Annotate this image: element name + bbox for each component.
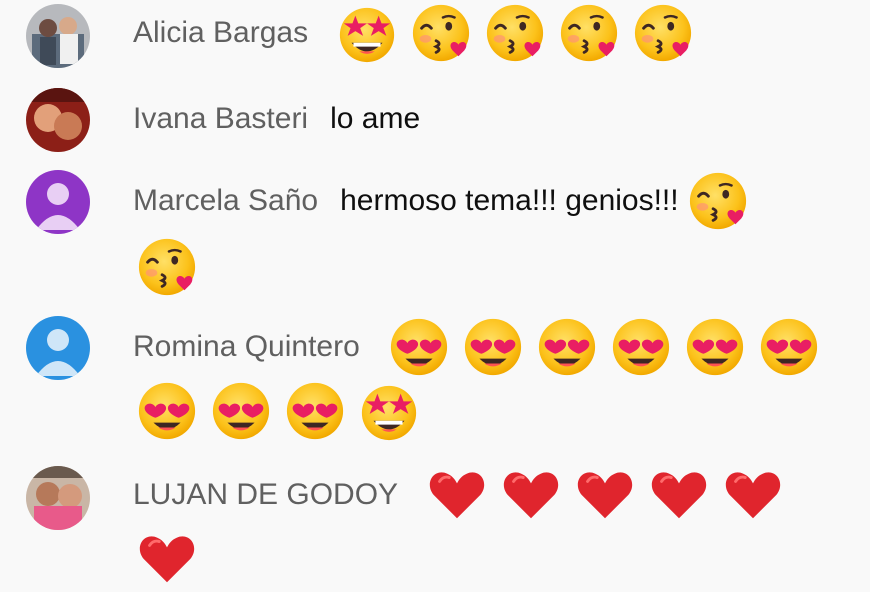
author-name[interactable]: Alicia Bargas bbox=[133, 16, 308, 50]
kissing-heart-emoji-icon bbox=[687, 170, 749, 232]
kissing-heart-emoji-icon bbox=[410, 2, 472, 64]
default-avatar-purple-icon[interactable] bbox=[26, 170, 90, 234]
red-heart-icon bbox=[500, 464, 562, 526]
author-name[interactable]: LUJAN DE GODOY bbox=[133, 478, 398, 512]
heart-eyes-emoji-icon bbox=[758, 316, 820, 378]
heart-eyes-emoji-icon bbox=[210, 380, 272, 442]
red-heart-icon bbox=[574, 464, 636, 526]
avatar-photo-icon[interactable] bbox=[26, 466, 90, 530]
kissing-heart-emoji-icon bbox=[632, 2, 694, 64]
heart-eyes-emoji-icon bbox=[388, 316, 450, 378]
author-name[interactable]: Ivana Basteri bbox=[133, 102, 308, 136]
kissing-heart-emoji-icon bbox=[136, 236, 198, 298]
heart-eyes-emoji-icon bbox=[684, 316, 746, 378]
red-heart-icon bbox=[136, 528, 198, 590]
red-heart-icon bbox=[722, 464, 784, 526]
heart-eyes-emoji-icon bbox=[610, 316, 672, 378]
red-heart-icon bbox=[648, 464, 710, 526]
author-name[interactable]: Marcela Saño bbox=[133, 184, 318, 218]
star-struck-emoji-icon bbox=[336, 2, 398, 64]
heart-eyes-emoji-icon bbox=[136, 380, 198, 442]
kissing-heart-emoji-icon bbox=[558, 2, 620, 64]
red-heart-icon bbox=[426, 464, 488, 526]
author-name[interactable]: Romina Quintero bbox=[133, 330, 360, 364]
message-text: lo ame bbox=[330, 102, 421, 135]
heart-eyes-emoji-icon bbox=[284, 380, 346, 442]
heart-eyes-emoji-icon bbox=[536, 316, 598, 378]
message-text: hermoso tema!!! genios!!! bbox=[340, 184, 679, 217]
avatar-photo-icon[interactable] bbox=[26, 88, 90, 152]
heart-eyes-emoji-icon bbox=[462, 316, 524, 378]
star-struck-emoji-icon bbox=[358, 380, 420, 442]
kissing-heart-emoji-icon bbox=[484, 2, 546, 64]
avatar-photo-icon[interactable] bbox=[26, 4, 90, 68]
default-avatar-blue-icon[interactable] bbox=[26, 316, 90, 380]
